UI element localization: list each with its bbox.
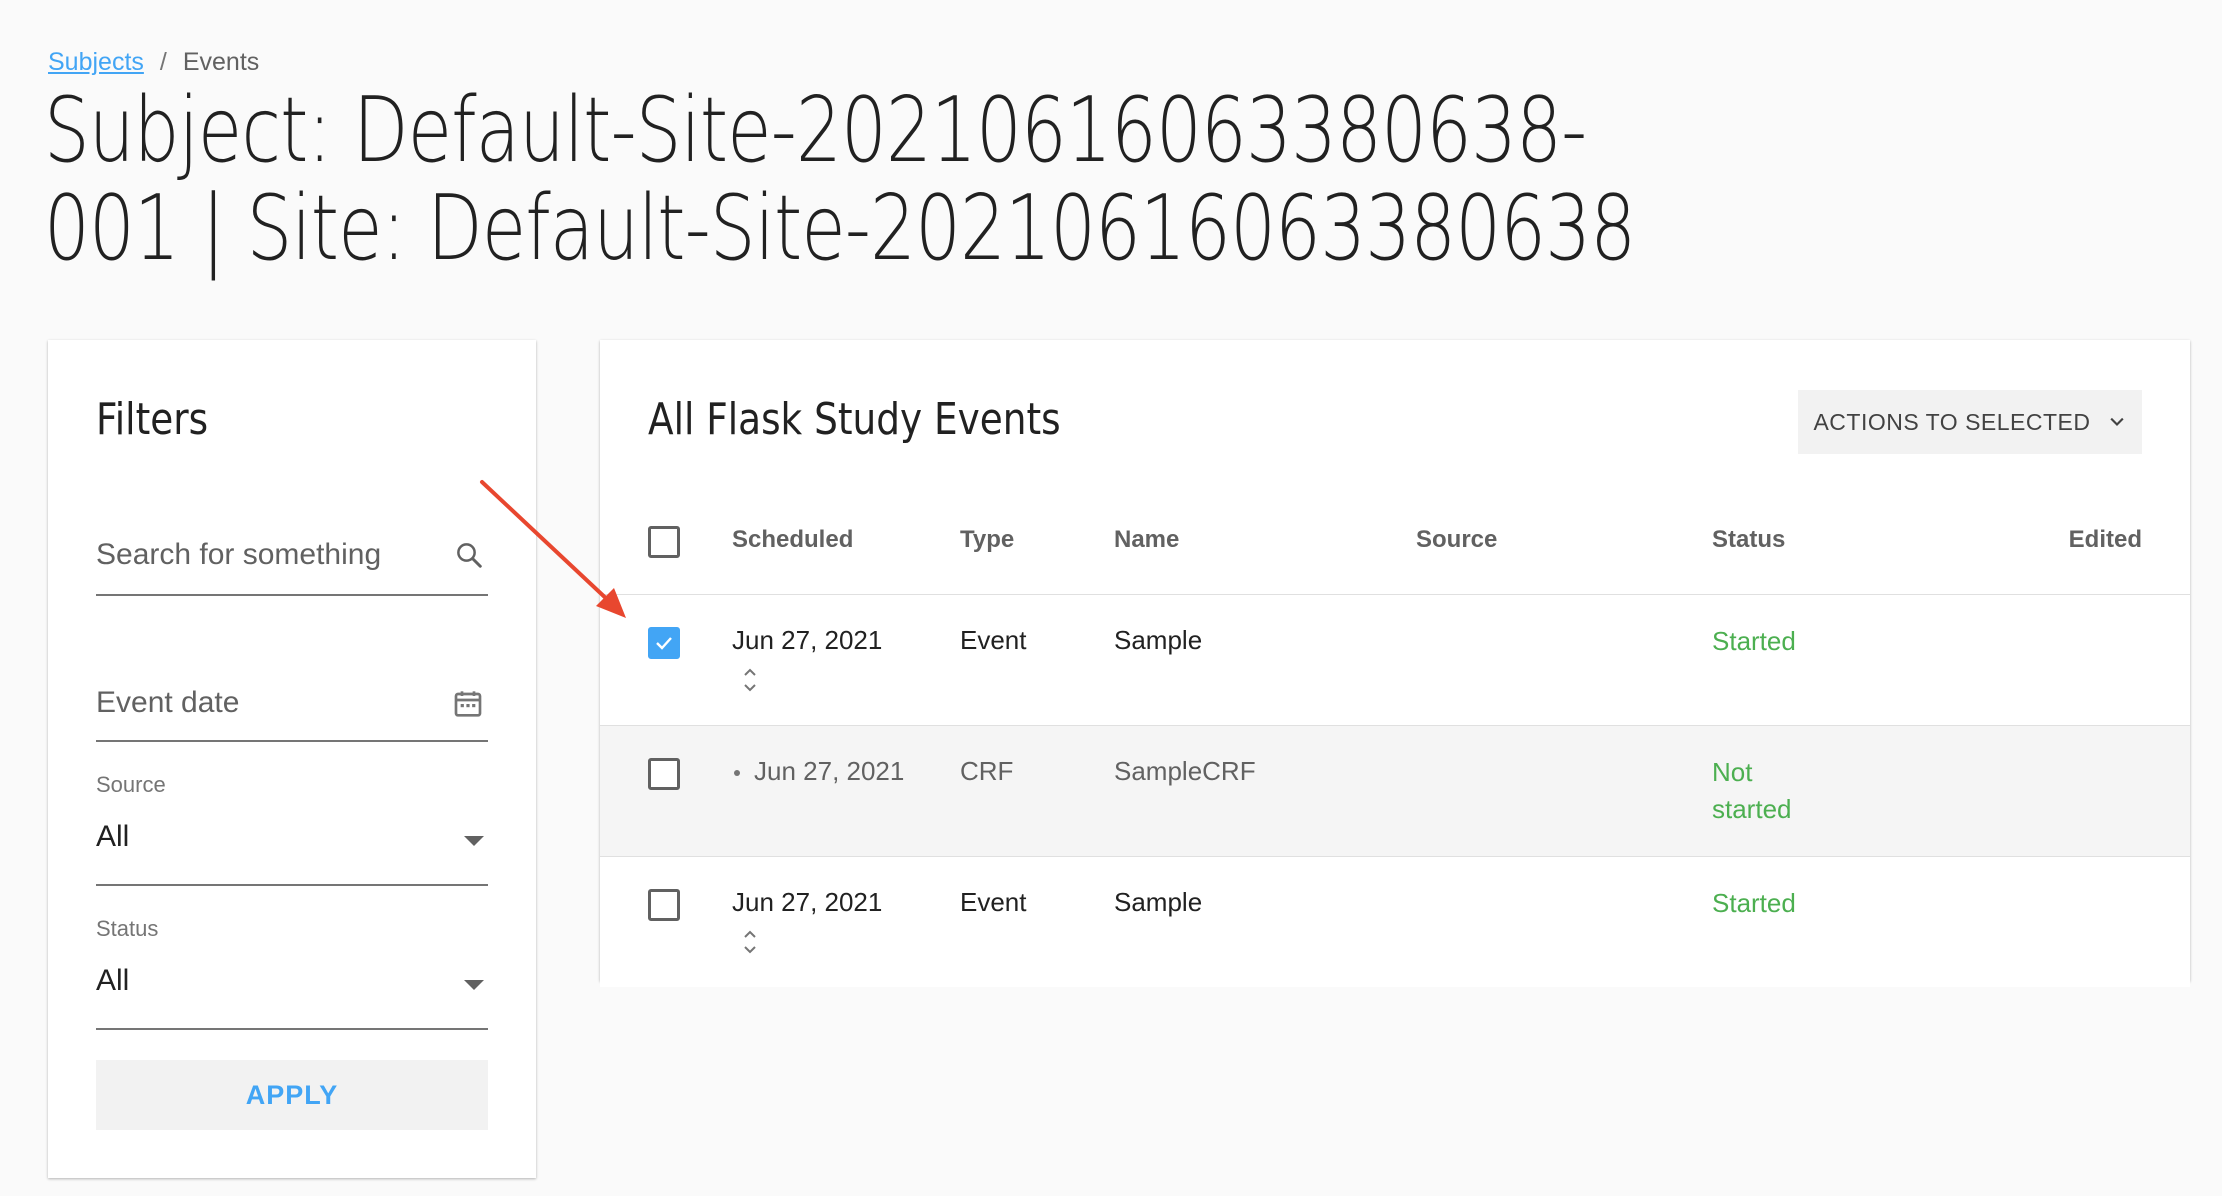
table-row[interactable]: Jun 27, 2021 Event Sample Started [600, 595, 2190, 726]
status-label: Status [96, 916, 159, 941]
checkmark-icon [656, 637, 672, 650]
events-panel: All Flask Study Events ACTIONS TO SELECT… [600, 340, 2190, 987]
column-header-type[interactable]: Type [960, 526, 1014, 554]
row-status: Started [1712, 888, 1796, 918]
search-placeholder: Search for something [96, 538, 382, 571]
breadcrumb: Subjects / Events [48, 48, 259, 77]
search-input[interactable]: Search for something [96, 512, 488, 596]
actions-to-selected-button[interactable]: ACTIONS TO SELECTED [1798, 390, 2142, 454]
column-header-status[interactable]: Status [1712, 526, 1785, 554]
row-type: Event [960, 625, 1027, 655]
sort-icon[interactable] [742, 665, 758, 700]
table-header: Scheduled Type Name Source Status Edited [600, 490, 2190, 595]
source-select[interactable]: Source All [96, 768, 488, 886]
status-value: All [96, 964, 130, 997]
actions-label: ACTIONS TO SELECTED [1813, 408, 2091, 435]
row-checkbox[interactable] [648, 889, 680, 921]
row-name: Sample [1114, 625, 1203, 655]
filters-title: Filters [96, 394, 209, 445]
sort-icon[interactable] [742, 927, 758, 962]
row-name: SampleCRF [1114, 756, 1256, 786]
page-title: Subject: Default-Site-20210616063380638-… [44, 78, 1636, 281]
source-label: Source [96, 772, 166, 797]
event-date-placeholder: Event date [96, 686, 240, 719]
child-row-dot-icon [734, 770, 740, 776]
column-header-edited[interactable]: Edited [2069, 526, 2142, 554]
row-checkbox[interactable] [648, 758, 680, 790]
calendar-icon[interactable] [452, 688, 484, 725]
column-header-name[interactable]: Name [1114, 526, 1179, 554]
row-scheduled: Jun 27, 2021 [754, 756, 905, 786]
row-type: Event [960, 887, 1027, 917]
caret-down-icon[interactable] [464, 980, 484, 990]
row-status: Not started [1712, 757, 1792, 824]
breadcrumb-separator: / [159, 48, 167, 76]
breadcrumb-current: Events [182, 48, 260, 76]
status-select[interactable]: Status All [96, 912, 488, 1030]
events-title: All Flask Study Events [648, 394, 1061, 445]
select-all-checkbox[interactable] [648, 526, 680, 558]
source-value: All [96, 820, 130, 853]
filters-panel: Filters Search for something Event date … [48, 340, 536, 1178]
breadcrumb-link-subjects[interactable]: Subjects [48, 48, 144, 77]
row-status: Started [1712, 626, 1796, 656]
arrow-annotation [480, 480, 626, 618]
row-name: Sample [1114, 887, 1203, 917]
table-row[interactable]: Jun 27, 2021 CRF SampleCRF Not started [600, 726, 2190, 857]
row-type: CRF [960, 756, 1014, 786]
table-row[interactable]: Jun 27, 2021 Event Sample Started [600, 857, 2190, 987]
apply-button[interactable]: APPLY [96, 1060, 488, 1130]
events-page: Subjects / Events Subject: Default-Site-… [0, 0, 2222, 1196]
row-checkbox[interactable] [648, 627, 680, 659]
chevron-down-icon [2109, 417, 2124, 427]
row-scheduled: Jun 27, 2021 [732, 625, 883, 655]
column-header-source[interactable]: Source [1416, 526, 1497, 554]
row-scheduled: Jun 27, 2021 [732, 887, 883, 917]
caret-down-icon[interactable] [464, 836, 484, 846]
column-header-scheduled[interactable]: Scheduled [732, 526, 853, 554]
events-table: Scheduled Type Name Source Status Edited… [600, 490, 2190, 987]
event-date-field[interactable]: Event date [96, 658, 488, 742]
